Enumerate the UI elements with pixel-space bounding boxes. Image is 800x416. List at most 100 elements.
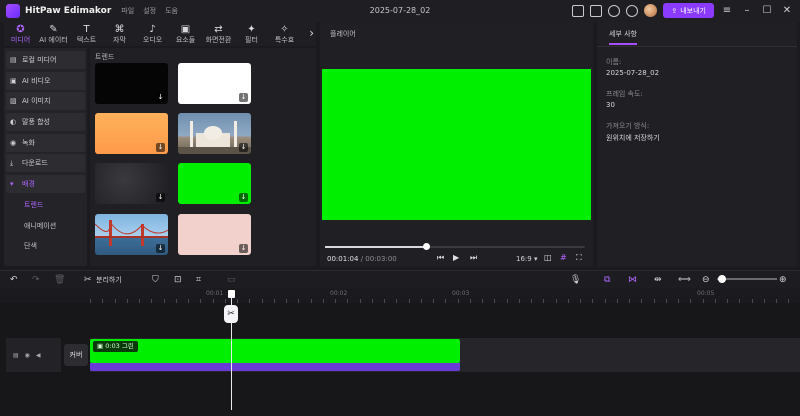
undo-icon[interactable]: ↶ xyxy=(10,274,18,286)
tab-effects[interactable]: ✧ 특수효 xyxy=(268,22,301,46)
lock-icon[interactable]: ▭ xyxy=(227,274,236,286)
sidebar-item-local-media[interactable]: ▤ 로컬 미디어 xyxy=(6,51,85,69)
maximize-icon[interactable]: ☐ xyxy=(760,5,774,16)
tab-label: 요소들 xyxy=(175,36,196,44)
zoom-slider[interactable] xyxy=(717,278,777,280)
sidebar-item-background[interactable]: ▾ 배경 xyxy=(6,175,85,194)
menu-icon[interactable]: ≡ xyxy=(720,5,734,16)
cover-button[interactable]: 커버 xyxy=(64,344,88,366)
download-icon[interactable]: ↓ xyxy=(156,244,165,253)
sidebar-item-speech-synthesis[interactable]: ◐ 말풍 합성 xyxy=(6,113,85,132)
media-thumb-pink[interactable]: ↓ xyxy=(178,214,251,255)
sidebar-item-label: 로컬 미디어 xyxy=(22,56,57,64)
tab-media[interactable]: ✪ 미디어 xyxy=(4,22,37,46)
ai-video-icon: ▣ xyxy=(10,76,17,85)
sidebar-item-ai-video[interactable]: ▣ AI 비디오 xyxy=(6,71,85,90)
progress-knob[interactable] xyxy=(423,243,431,250)
media-thumb-dark-texture[interactable]: ↓ xyxy=(95,163,168,204)
current-time: 00:01:04 xyxy=(327,255,359,263)
player-label: 플레이어 xyxy=(330,30,356,38)
sidebar-sub-trend[interactable]: 트렌드 xyxy=(6,196,85,214)
link-icon[interactable]: ⧉ xyxy=(604,274,610,286)
track-audio-icon[interactable]: ◀ xyxy=(36,352,41,359)
menu-item-file[interactable]: 파일 xyxy=(121,6,134,16)
microphone-icon[interactable]: 🎙 xyxy=(570,274,581,286)
tab-audio[interactable]: ♪ 오디오 xyxy=(136,22,169,46)
tab-filter[interactable]: ✦ 필터 xyxy=(235,22,268,46)
time-display: 00:01:04 / 00:03:00 xyxy=(327,255,397,263)
menu-item-settings[interactable]: 설정 xyxy=(143,6,156,16)
media-thumb-white[interactable]: ↓ xyxy=(178,63,251,104)
download-icon[interactable]: ↓ xyxy=(239,93,248,102)
shield-icon[interactable]: ⛉ xyxy=(152,274,159,286)
frame-rate-label: 프레임 속도: xyxy=(606,90,643,98)
details-panel: 세부 사항 이름: 2025-07-28_02 프레임 속도: 30 가져오기 … xyxy=(597,22,797,267)
export-button[interactable]: ⇪ 내보내기 xyxy=(663,3,714,18)
zoom-knob[interactable] xyxy=(718,275,726,283)
next-frame-icon[interactable]: ⏭ xyxy=(470,253,477,263)
download-icon[interactable]: ↓ xyxy=(239,143,248,152)
zoom-out-icon[interactable]: ⊖ xyxy=(702,274,710,286)
tab-details[interactable]: 세부 사항 xyxy=(609,29,637,45)
sidebar-sub-animation[interactable]: 애니메이션 xyxy=(6,217,85,235)
fullscreen-icon[interactable]: ⛶ xyxy=(576,253,582,263)
timeline-clip[interactable] xyxy=(90,339,460,363)
close-icon[interactable]: ✕ xyxy=(780,5,794,16)
text-box-icon[interactable]: ⊡ xyxy=(174,274,182,286)
zoom-in-icon[interactable]: ⊕ xyxy=(779,274,787,286)
sidebar-item-record[interactable]: ◉ 녹화 xyxy=(6,133,85,152)
sidebar-item-label: 다운로드 xyxy=(22,159,48,168)
feedback-icon[interactable] xyxy=(590,4,603,17)
tab-elements[interactable]: ▣ 요소들 xyxy=(169,22,202,46)
section-label: 트렌드 xyxy=(95,53,115,61)
redo-icon[interactable]: ↷ xyxy=(32,274,40,286)
delete-icon[interactable]: 🗑 xyxy=(54,274,65,286)
chevron-right-icon[interactable]: › xyxy=(309,26,314,40)
grid-icon[interactable]: # xyxy=(560,253,567,262)
download-icon[interactable]: ↓ xyxy=(156,143,165,152)
menu-item-help[interactable]: 도움 xyxy=(165,6,178,16)
track-lock-icon[interactable]: ▤ xyxy=(13,352,19,359)
tab-transition[interactable]: ⇄ 화면전환 xyxy=(202,22,235,46)
media-thumb-black[interactable]: ↓ xyxy=(95,63,168,104)
download-icon[interactable]: ↓ xyxy=(239,193,248,202)
media-thumb-orange[interactable]: ↓ xyxy=(95,113,168,154)
tab-label: 화면전환 xyxy=(205,36,232,44)
tab-subtitle[interactable]: ⌘ 자막 xyxy=(103,22,136,46)
snapshot-icon[interactable]: ◫ xyxy=(544,253,552,262)
playhead-handle[interactable] xyxy=(228,290,235,298)
download-icon[interactable]: ↓ xyxy=(156,193,165,202)
split-scissors-icon[interactable]: ✂ xyxy=(224,305,238,323)
tab-text[interactable]: T 텍스트 xyxy=(70,22,103,46)
download-icon[interactable]: ↓ xyxy=(239,244,248,253)
minimize-icon[interactable]: – xyxy=(740,5,754,16)
aspect-ratio-select[interactable]: 16:9 ▾ xyxy=(516,255,537,263)
time-ruler[interactable]: 00:01 00:02 00:03 00:05 xyxy=(0,289,800,303)
fit-icon[interactable]: ⟺ xyxy=(678,274,691,286)
split-track-icon[interactable]: ⇹ xyxy=(654,274,662,286)
subtitle-icon: ⌘ xyxy=(114,24,125,35)
avatar[interactable] xyxy=(644,4,658,17)
media-thumb-mosque[interactable]: ↓ xyxy=(178,113,251,154)
layout-icon[interactable] xyxy=(572,4,585,17)
crop-icon[interactable]: ⌗ xyxy=(196,274,201,286)
speech-icon: ◐ xyxy=(10,118,17,127)
tab-label: AI 에이터 xyxy=(39,36,68,44)
split-button[interactable]: 분리하기 xyxy=(96,275,122,285)
sidebar-item-download[interactable]: ⤓ 다운로드 xyxy=(6,154,85,173)
prev-frame-icon[interactable]: ⏮ xyxy=(437,253,444,263)
tab-ai-creator[interactable]: ✎ AI 에이터 xyxy=(37,22,70,46)
info-icon[interactable] xyxy=(626,4,639,17)
media-thumb-green[interactable]: ↓ xyxy=(178,163,251,204)
download-icon[interactable]: ↓ xyxy=(156,93,165,102)
sidebar-item-ai-image[interactable]: ▨ AI 이미지 xyxy=(6,92,85,111)
video-preview[interactable] xyxy=(322,69,591,220)
magnet-icon[interactable]: ⋈ xyxy=(628,274,637,286)
scissors-icon[interactable]: ✂ xyxy=(84,274,92,286)
track-visible-icon[interactable]: ◉ xyxy=(25,352,30,359)
playback-progress[interactable] xyxy=(325,243,585,250)
media-thumb-bridge[interactable]: ↓ xyxy=(95,214,168,255)
download-icon[interactable] xyxy=(608,4,621,17)
play-icon[interactable]: ▶ xyxy=(453,253,459,262)
sidebar-sub-solid-color[interactable]: 단색 xyxy=(6,237,85,255)
